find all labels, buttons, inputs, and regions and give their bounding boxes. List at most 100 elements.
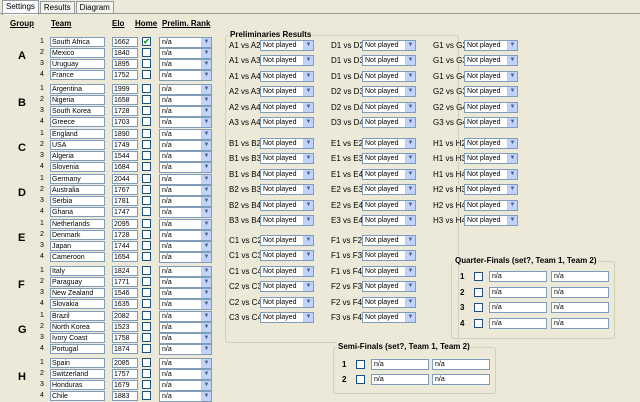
match-result-select[interactable]: Not played ▼ — [464, 55, 518, 67]
chevron-down-icon[interactable]: ▼ — [405, 154, 415, 164]
chevron-down-icon[interactable]: ▼ — [201, 278, 211, 287]
chevron-down-icon[interactable]: ▼ — [201, 163, 211, 172]
chevron-down-icon[interactable]: ▼ — [507, 216, 517, 225]
chevron-down-icon[interactable]: ▼ — [201, 152, 211, 161]
prelim-rank-select[interactable]: n/a ▼ — [159, 277, 212, 288]
match-result-select[interactable]: Not played ▼ — [260, 281, 314, 293]
prelim-rank-select[interactable]: n/a ▼ — [159, 358, 212, 369]
home-checkbox[interactable] — [142, 151, 151, 160]
match-result-select[interactable]: Not played ▼ — [464, 138, 518, 149]
match-result-select[interactable]: Not played ▼ — [464, 86, 518, 98]
home-checkbox[interactable] — [142, 311, 151, 320]
elo-field[interactable]: 1658 — [112, 95, 138, 105]
team-name-field[interactable]: South Korea — [50, 106, 105, 116]
elo-field[interactable]: 2082 — [112, 311, 138, 321]
elo-field[interactable]: 1895 — [112, 59, 138, 69]
elo-field[interactable]: 1728 — [112, 106, 138, 116]
chevron-down-icon[interactable]: ▼ — [303, 200, 313, 210]
chevron-down-icon[interactable]: ▼ — [201, 253, 211, 262]
match-result-select[interactable]: Not played ▼ — [260, 101, 314, 113]
match-result-select[interactable]: Not played ▼ — [362, 235, 416, 246]
match-result-select[interactable]: Not played ▼ — [260, 215, 314, 226]
chevron-down-icon[interactable]: ▼ — [303, 236, 313, 245]
team-name-field[interactable]: Algeria — [50, 151, 105, 161]
elo-field[interactable]: 1840 — [112, 48, 138, 58]
chevron-down-icon[interactable]: ▼ — [201, 267, 211, 276]
team-name-field[interactable]: Greece — [50, 117, 105, 127]
chevron-down-icon[interactable]: ▼ — [201, 186, 211, 195]
team-name-field[interactable]: Portugal — [50, 344, 105, 354]
chevron-down-icon[interactable]: ▼ — [405, 139, 415, 148]
elo-field[interactable]: 2044 — [112, 174, 138, 184]
prelim-rank-select[interactable]: n/a ▼ — [159, 84, 212, 95]
match-result-select[interactable]: Not played ▼ — [260, 40, 314, 51]
chevron-down-icon[interactable]: ▼ — [303, 313, 313, 322]
prelim-rank-select[interactable]: n/a ▼ — [159, 266, 212, 277]
prelim-rank-select[interactable]: n/a ▼ — [159, 322, 212, 333]
match-result-select[interactable]: Not played ▼ — [260, 117, 314, 128]
quarter-final-team2-field[interactable]: n/a — [551, 317, 609, 329]
match-result-select[interactable]: Not played ▼ — [362, 250, 416, 262]
chevron-down-icon[interactable]: ▼ — [405, 41, 415, 50]
chevron-down-icon[interactable]: ▼ — [405, 71, 415, 81]
home-checkbox[interactable] — [142, 185, 151, 194]
chevron-down-icon[interactable]: ▼ — [201, 312, 211, 321]
chevron-down-icon[interactable]: ▼ — [201, 231, 211, 240]
prelim-rank-select[interactable]: n/a ▼ — [159, 117, 212, 128]
team-name-field[interactable]: Slovakia — [50, 299, 105, 309]
match-result-select[interactable]: Not played ▼ — [260, 235, 314, 246]
team-name-field[interactable]: Mexico — [50, 48, 105, 58]
chevron-down-icon[interactable]: ▼ — [201, 175, 211, 184]
chevron-down-icon[interactable]: ▼ — [201, 300, 211, 309]
match-result-select[interactable]: Not played ▼ — [464, 101, 518, 113]
team-name-field[interactable]: Ivory Coast — [50, 333, 105, 343]
home-checkbox[interactable] — [142, 241, 151, 250]
home-checkbox[interactable] — [142, 252, 151, 261]
chevron-down-icon[interactable]: ▼ — [405, 169, 415, 179]
elo-field[interactable]: 1752 — [112, 70, 138, 80]
prelim-rank-select[interactable]: n/a ▼ — [159, 185, 212, 196]
home-checkbox[interactable] — [142, 277, 151, 286]
chevron-down-icon[interactable]: ▼ — [201, 107, 211, 116]
team-name-field[interactable]: France — [50, 70, 105, 80]
elo-field[interactable]: 1654 — [112, 252, 138, 262]
match-result-select[interactable]: Not played ▼ — [260, 199, 314, 211]
prelim-rank-select[interactable]: n/a ▼ — [159, 48, 212, 59]
elo-field[interactable]: 1679 — [112, 380, 138, 390]
match-result-select[interactable]: Not played ▼ — [464, 184, 518, 196]
chevron-down-icon[interactable]: ▼ — [201, 359, 211, 368]
chevron-down-icon[interactable]: ▼ — [201, 38, 211, 47]
team-name-field[interactable]: Germany — [50, 174, 105, 184]
chevron-down-icon[interactable]: ▼ — [405, 236, 415, 245]
chevron-down-icon[interactable]: ▼ — [201, 60, 211, 69]
match-result-select[interactable]: Not played ▼ — [464, 199, 518, 211]
chevron-down-icon[interactable]: ▼ — [507, 200, 517, 210]
match-result-select[interactable]: Not played ▼ — [362, 281, 416, 293]
match-result-select[interactable]: Not played ▼ — [464, 117, 518, 128]
elo-field[interactable]: 1999 — [112, 84, 138, 94]
team-name-field[interactable]: USA — [50, 140, 105, 150]
match-result-select[interactable]: Not played ▼ — [362, 153, 416, 165]
chevron-down-icon[interactable]: ▼ — [507, 139, 517, 148]
prelim-rank-select[interactable]: n/a ▼ — [159, 151, 212, 162]
match-result-select[interactable]: Not played ▼ — [362, 199, 416, 211]
team-name-field[interactable]: Honduras — [50, 380, 105, 390]
chevron-down-icon[interactable]: ▼ — [507, 87, 517, 97]
chevron-down-icon[interactable]: ▼ — [303, 282, 313, 292]
chevron-down-icon[interactable]: ▼ — [303, 56, 313, 66]
quarter-final-team2-field[interactable]: n/a — [551, 302, 609, 313]
chevron-down-icon[interactable]: ▼ — [405, 102, 415, 112]
elo-field[interactable]: 1684 — [112, 162, 138, 172]
elo-field[interactable]: 1781 — [112, 196, 138, 206]
chevron-down-icon[interactable]: ▼ — [303, 185, 313, 195]
elo-field[interactable]: 1546 — [112, 288, 138, 298]
quarter-final-team1-field[interactable]: n/a — [489, 317, 547, 329]
team-name-field[interactable]: North Korea — [50, 322, 105, 332]
chevron-down-icon[interactable]: ▼ — [201, 130, 211, 139]
match-result-select[interactable]: Not played ▼ — [362, 312, 416, 323]
team-name-field[interactable]: Netherlands — [50, 219, 105, 229]
chevron-down-icon[interactable]: ▼ — [201, 118, 211, 127]
chevron-down-icon[interactable]: ▼ — [405, 297, 415, 307]
chevron-down-icon[interactable]: ▼ — [303, 266, 313, 276]
quarter-final-team1-field[interactable]: n/a — [489, 271, 547, 282]
